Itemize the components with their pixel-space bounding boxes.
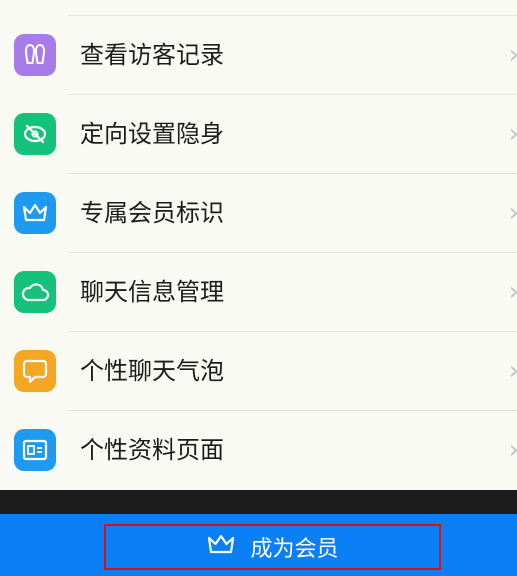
chevron-right-icon: ›: [509, 332, 517, 411]
menu-item-label: 定向设置隐身: [80, 120, 224, 148]
footer-spacer: [0, 490, 517, 514]
chevron-right-icon: ›: [509, 16, 517, 95]
chevron-right-icon: ›: [509, 253, 517, 332]
menu-item-label: 个性聊天气泡: [80, 357, 224, 385]
profile-card-icon: [14, 429, 56, 471]
become-member-bar: 成为会员: [0, 514, 517, 576]
menu-item-label: 个性资料页面: [80, 436, 224, 464]
eye-off-icon: [14, 113, 56, 155]
menu-item-visitor-records[interactable]: 查看访客记录 ›: [0, 16, 517, 95]
chevron-right-icon: ›: [509, 411, 517, 490]
crown-icon: [206, 532, 236, 562]
menu-item-profile-page[interactable]: 个性资料页面 ›: [0, 411, 517, 490]
menu-item-label: 聊天信息管理: [80, 278, 224, 306]
become-member-label: 成为会员: [250, 537, 339, 562]
chevron-right-icon: ›: [509, 95, 517, 174]
footprints-icon: [14, 34, 56, 76]
crown-icon: [14, 192, 56, 234]
vip-feature-list: 查看访客记录 › 定向设置隐身 › 专属会员标识 ›: [0, 0, 517, 490]
menu-item-label: 查看访客记录: [80, 41, 224, 69]
cloud-icon: [14, 271, 56, 313]
menu-item-member-badge[interactable]: 专属会员标识 ›: [0, 174, 517, 253]
menu-item-chat-management[interactable]: 聊天信息管理 ›: [0, 253, 517, 332]
menu-item-stealth-settings[interactable]: 定向设置隐身 ›: [0, 95, 517, 174]
menu-item-label: 专属会员标识: [80, 199, 224, 227]
menu-item-chat-bubble[interactable]: 个性聊天气泡 ›: [0, 332, 517, 411]
become-member-button[interactable]: 成为会员: [104, 524, 441, 570]
chevron-right-icon: ›: [509, 174, 517, 253]
chat-bubble-icon: [14, 350, 56, 392]
